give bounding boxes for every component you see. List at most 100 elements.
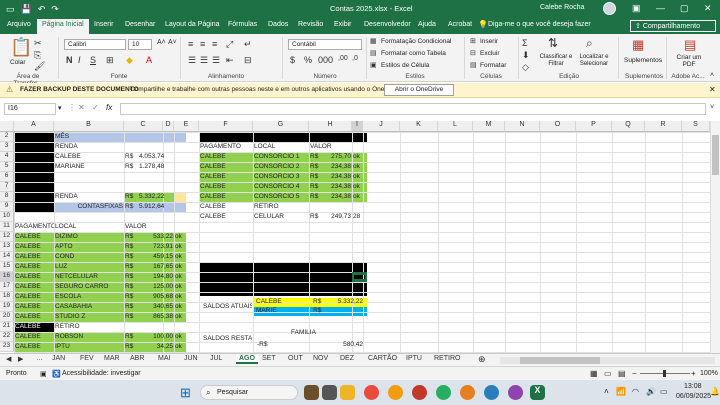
table-row-status[interactable]: ok: [352, 152, 367, 162]
table-row-status[interactable]: ok: [174, 302, 186, 312]
table-row-value[interactable]: 234,38: [323, 162, 352, 172]
table-row-local[interactable]: CONSORCIO 3: [253, 172, 309, 182]
column-header[interactable]: L: [438, 121, 473, 132]
table-row-currency[interactable]: R$: [124, 312, 138, 322]
insert-cells-button[interactable]: Inserir: [480, 38, 498, 45]
collapse-ribbon-icon[interactable]: ˄: [710, 72, 714, 79]
font-color-icon[interactable]: A: [146, 55, 152, 65]
avatar[interactable]: [603, 2, 616, 15]
table-row-value[interactable]: 459,15: [138, 252, 174, 262]
table-row-payer[interactable]: CALEBE: [14, 342, 54, 352]
column-header[interactable]: C: [124, 121, 163, 132]
row-header[interactable]: 3: [0, 142, 14, 152]
row-header[interactable]: 2: [0, 132, 14, 142]
column-header[interactable]: R: [645, 121, 682, 132]
renda-total-value[interactable]: 5.332,22: [138, 192, 174, 202]
indent-icon[interactable]: ⇤: [226, 55, 234, 66]
sheet-tab[interactable]: RETIRO: [434, 355, 460, 362]
table-row-currency[interactable]: R$: [309, 172, 323, 182]
row-header[interactable]: 9: [0, 202, 14, 212]
open-onedrive-button[interactable]: Abrir o OneDrive: [384, 84, 454, 96]
chrome-icon-6[interactable]: [484, 385, 499, 400]
table-row-payer[interactable]: CALEBE: [14, 282, 54, 292]
sheet-tab[interactable]: JUN: [184, 355, 198, 362]
table-row-status[interactable]: [352, 202, 367, 212]
table-row-local[interactable]: ROBSON: [54, 332, 124, 342]
table-row-payer[interactable]: CALEBE: [14, 272, 54, 282]
task-view-icon[interactable]: [322, 385, 337, 400]
sheet-tab[interactable]: ABR: [130, 355, 144, 362]
restante-value[interactable]: 580,42: [320, 340, 364, 350]
tab-acrobat[interactable]: Acrobat: [448, 21, 472, 28]
table-row-value[interactable]: 234,38: [323, 182, 352, 192]
add-sheet-icon[interactable]: ⊕: [478, 354, 486, 365]
table-row-status[interactable]: 28: [352, 212, 367, 222]
row-header[interactable]: 12: [0, 232, 14, 242]
mes-label[interactable]: MÊS: [54, 132, 124, 142]
row-header[interactable]: 23: [0, 342, 14, 352]
header-valor[interactable]: VALOR: [124, 222, 164, 232]
macro-icon[interactable]: ▣: [40, 370, 47, 378]
table-row-payer[interactable]: CALEBE: [199, 192, 253, 202]
table-row-local[interactable]: ESCOLA: [54, 292, 124, 302]
find-select-button[interactable]: Localizar e Selecionar: [574, 54, 614, 68]
table-row-currency[interactable]: R$: [309, 182, 323, 192]
table-row-currency[interactable]: R$: [124, 232, 138, 242]
sheet-tab[interactable]: JUL: [210, 355, 222, 362]
percent-icon[interactable]: %: [304, 55, 312, 65]
table-row-local[interactable]: COND: [54, 252, 124, 262]
table-row-value[interactable]: 723,91: [138, 242, 174, 252]
battery-icon[interactable]: ▭: [660, 387, 668, 396]
table-row-status[interactable]: ok: [174, 342, 186, 352]
table-row-payer[interactable]: CALEBE: [14, 322, 54, 332]
sheet-tab[interactable]: NOV: [313, 355, 328, 362]
sort-filter-button[interactable]: Classificar e Filtrar: [538, 54, 574, 68]
table-row-status[interactable]: ok: [174, 312, 186, 322]
table-row-status[interactable]: ok: [352, 182, 367, 192]
table-row-currency[interactable]: R$: [309, 162, 323, 172]
table-row-local[interactable]: CONSORCIO 4: [253, 182, 309, 192]
table-row-value[interactable]: 865,38: [138, 312, 174, 322]
accessibility-status[interactable]: Acessibilidade: investigar: [62, 370, 141, 377]
thousands-icon[interactable]: 000: [318, 55, 333, 65]
number-format-select[interactable]: Contábil: [288, 39, 362, 50]
calebe-value[interactable]: 4.053,74: [138, 152, 174, 162]
close-icon[interactable]: ✕: [704, 3, 712, 14]
table-row-local[interactable]: DIZIMO: [54, 232, 124, 242]
tab-desenhar[interactable]: Desenhar: [125, 21, 155, 28]
table-row-status[interactable]: ok: [174, 292, 186, 302]
table-row-status[interactable]: ok: [174, 252, 186, 262]
decrease-decimal-icon[interactable]: ,0: [352, 55, 358, 62]
chrome-icon-7[interactable]: [508, 385, 523, 400]
user-name[interactable]: Calebe Rocha: [540, 4, 584, 11]
column-header[interactable]: S: [682, 121, 710, 132]
column-header[interactable]: J: [363, 121, 400, 132]
sheet-tab[interactable]: DEZ: [340, 355, 354, 362]
row-header[interactable]: 7: [0, 182, 14, 192]
row-header[interactable]: 14: [0, 252, 14, 262]
tell-me-search[interactable]: Diga-me o que você deseja fazer: [488, 21, 591, 28]
autosave-icon[interactable]: ▭: [6, 4, 15, 15]
table-row-currency[interactable]: R$: [124, 252, 138, 262]
share-button[interactable]: ⇪ Compartilhamento: [630, 20, 716, 32]
header-valor[interactable]: VALOR: [309, 142, 352, 152]
table-row-status[interactable]: ok: [174, 262, 186, 272]
table-row-value[interactable]: [138, 322, 174, 332]
table-row-local[interactable]: CELULAR: [253, 212, 309, 222]
renda-total-label[interactable]: RENDA: [54, 192, 124, 202]
align-bottom-icon[interactable]: ≡: [212, 39, 217, 49]
table-row-payer[interactable]: CALEBE: [14, 292, 54, 302]
table-row-status[interactable]: ok: [174, 332, 186, 342]
column-header[interactable]: Q: [612, 121, 645, 132]
row-header[interactable]: 8: [0, 192, 14, 202]
table-row-local[interactable]: APTO: [54, 242, 124, 252]
increase-decimal-icon[interactable]: ,00: [338, 55, 348, 62]
enter-icon[interactable]: ✓: [92, 103, 99, 112]
table-row-local[interactable]: CONSORCIO 5: [253, 192, 309, 202]
sheet-tab[interactable]: AGO: [236, 355, 258, 364]
table-row-currency[interactable]: R$: [124, 282, 138, 292]
close-icon[interactable]: ✕: [709, 85, 716, 94]
row-header[interactable]: 15: [0, 262, 14, 272]
currency-icon[interactable]: $: [290, 55, 295, 65]
column-header[interactable]: E: [174, 121, 199, 132]
